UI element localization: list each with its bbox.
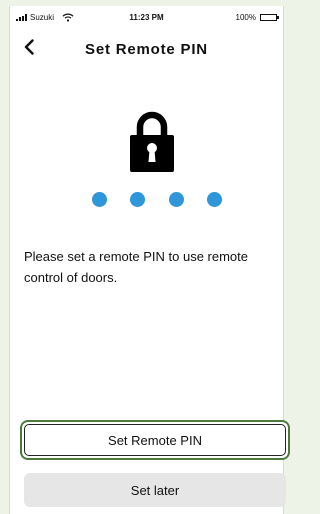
pin-dot	[168, 192, 184, 207]
battery-percent: 100%	[235, 13, 256, 22]
pin-dot	[92, 192, 107, 207]
page-title: Set Remote PIN	[85, 41, 208, 58]
pin-dot	[206, 192, 222, 207]
pin-dot	[130, 192, 146, 207]
nav-bar: Set Remote PIN	[10, 30, 283, 62]
pin-dots	[92, 192, 222, 208]
status-right: 100%	[235, 13, 279, 22]
status-bar: Suzuki 11:23 PM 100%	[10, 6, 283, 28]
set-later-button[interactable]: Set later	[24, 473, 286, 507]
instruction-text: Please set a remote PIN to use remote co…	[24, 249, 248, 285]
set-remote-pin-button[interactable]: Set Remote PIN	[20, 420, 290, 460]
battery-icon	[260, 14, 279, 21]
set-remote-pin-label: Set Remote PIN	[24, 424, 286, 456]
phone-screen: Suzuki 11:23 PM 100% Set Remote PIN Plea…	[9, 6, 290, 514]
lock-icon	[130, 111, 174, 172]
